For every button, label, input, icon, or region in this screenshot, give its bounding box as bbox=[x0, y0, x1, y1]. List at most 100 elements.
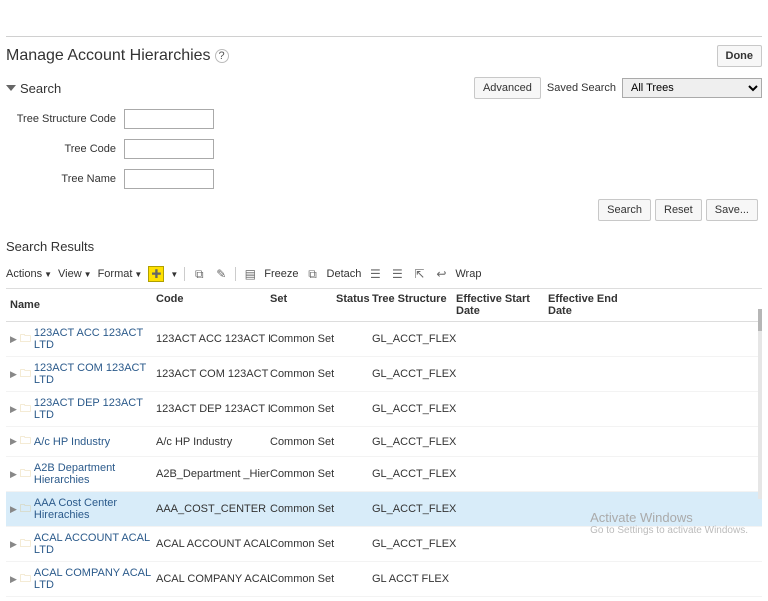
collapse-all-icon[interactable]: ☰ bbox=[389, 266, 405, 282]
row-set: Common Set bbox=[270, 368, 336, 380]
row-code: 123ACT DEP 123ACT LTD bbox=[156, 403, 270, 415]
tree-code-input[interactable] bbox=[124, 139, 214, 159]
table-row[interactable]: ▶🗀123ACT COM 123ACT LTD123ACT COM 123ACT… bbox=[6, 357, 762, 392]
page-title-text: Manage Account Hierarchies bbox=[6, 47, 211, 65]
folder-icon: 🗀 bbox=[20, 465, 31, 484]
table-row[interactable]: ▶🗀123ACT DEP 123ACT LTD123ACT DEP 123ACT… bbox=[6, 392, 762, 427]
freeze-label[interactable]: Freeze bbox=[264, 268, 298, 280]
row-code: 123ACT COM 123ACT LTD bbox=[156, 368, 270, 380]
row-code: A2B_Department _Hierarchi bbox=[156, 468, 270, 480]
detach-label[interactable]: Detach bbox=[327, 268, 362, 280]
col-code[interactable]: Code bbox=[156, 293, 270, 317]
format-menu[interactable]: Format ▼ bbox=[98, 268, 143, 280]
freeze-icon[interactable]: ▤ bbox=[242, 266, 258, 282]
row-tree-structure: GL_ACCT_FLEX bbox=[372, 468, 456, 480]
expand-icon[interactable]: ▶ bbox=[10, 436, 17, 447]
results-table: Name Code Set Status Tree Structure Effe… bbox=[6, 288, 762, 597]
col-name[interactable]: Name bbox=[6, 293, 156, 317]
table-row[interactable]: ▶🗀123ACT ACC 123ACT LTD123ACT ACC 123ACT… bbox=[6, 322, 762, 357]
row-code: ACAL ACCOUNT ACAL LTD bbox=[156, 538, 270, 550]
search-section-toggle[interactable]: Search bbox=[6, 81, 61, 96]
expand-icon[interactable]: ▶ bbox=[10, 469, 17, 480]
advanced-button[interactable]: Advanced bbox=[474, 77, 541, 99]
view-menu[interactable]: View ▼ bbox=[58, 268, 92, 280]
row-name-link[interactable]: A2B Department Hierarchies bbox=[34, 462, 156, 486]
table-row[interactable]: ▶🗀ACAL COMPANY ACAL LTDACAL COMPANY ACAL… bbox=[6, 562, 762, 597]
expand-icon[interactable]: ▶ bbox=[10, 334, 17, 345]
folder-icon: 🗀 bbox=[20, 365, 31, 384]
col-effective-start-date[interactable]: Effective Start Date bbox=[456, 293, 548, 317]
detach-icon[interactable]: ⧉ bbox=[305, 266, 321, 282]
edit-icon[interactable]: ✎ bbox=[213, 266, 229, 282]
row-tree-structure: GL_ACCT_FLEX bbox=[372, 503, 456, 515]
saved-search-select[interactable]: All Trees bbox=[622, 78, 762, 98]
row-name-link[interactable]: 123ACT DEP 123ACT LTD bbox=[34, 397, 156, 421]
expand-icon[interactable]: ▶ bbox=[10, 574, 17, 585]
folder-icon: 🗀 bbox=[20, 570, 31, 589]
search-section-label: Search bbox=[20, 81, 61, 96]
folder-icon: 🗀 bbox=[20, 432, 31, 451]
row-name-link[interactable]: AAA Cost Center Hirerachies bbox=[34, 497, 156, 521]
watermark-line2: Go to Settings to activate Windows. bbox=[590, 525, 748, 536]
row-code: AAA_COST_CENTER bbox=[156, 503, 270, 515]
results-title: Search Results bbox=[6, 239, 762, 254]
row-name-link[interactable]: 123ACT COM 123ACT LTD bbox=[34, 362, 156, 386]
help-icon[interactable]: ? bbox=[215, 49, 229, 63]
col-status[interactable]: Status bbox=[336, 293, 372, 317]
row-name-link[interactable]: ACAL COMPANY ACAL LTD bbox=[34, 567, 156, 591]
windows-watermark: Activate Windows Go to Settings to activ… bbox=[590, 510, 748, 536]
row-set: Common Set bbox=[270, 436, 336, 448]
row-tree-structure: GL_ACCT_FLEX bbox=[372, 333, 456, 345]
table-row[interactable]: ▶🗀A/c HP IndustryA/c HP IndustryCommon S… bbox=[6, 427, 762, 457]
tree-structure-code-label: Tree Structure Code bbox=[14, 113, 124, 125]
tree-name-input[interactable] bbox=[124, 169, 214, 189]
grid-scrollbar[interactable] bbox=[758, 309, 762, 499]
create-menu-chevron[interactable]: ▼ bbox=[170, 270, 178, 279]
collapse-icon bbox=[6, 85, 16, 91]
folder-icon: 🗀 bbox=[20, 535, 31, 554]
go-top-icon[interactable]: ⇱ bbox=[411, 266, 427, 282]
row-name-link[interactable]: A/c HP Industry bbox=[34, 436, 110, 448]
toolbar-divider bbox=[235, 267, 236, 281]
saved-search-label: Saved Search bbox=[547, 82, 616, 94]
row-tree-structure: GL_ACCT_FLEX bbox=[372, 538, 456, 550]
row-name-link[interactable]: 123ACT ACC 123ACT LTD bbox=[34, 327, 156, 351]
create-icon[interactable]: ✚ bbox=[148, 266, 164, 282]
row-name-link[interactable]: ACAL ACCOUNT ACAL LTD bbox=[34, 532, 156, 556]
table-header-row: Name Code Set Status Tree Structure Effe… bbox=[6, 289, 762, 322]
row-set: Common Set bbox=[270, 573, 336, 585]
col-tree-structure[interactable]: Tree Structure bbox=[372, 293, 456, 317]
row-set: Common Set bbox=[270, 503, 336, 515]
tree-name-label: Tree Name bbox=[14, 173, 124, 185]
col-effective-end-date[interactable]: Effective End Date bbox=[548, 293, 638, 317]
expand-icon[interactable]: ▶ bbox=[10, 504, 17, 515]
save-button[interactable]: Save... bbox=[706, 199, 758, 221]
expand-all-icon[interactable]: ☰ bbox=[367, 266, 383, 282]
page-title: Manage Account Hierarchies ? bbox=[6, 47, 229, 65]
row-tree-structure: GL_ACCT_FLEX bbox=[372, 368, 456, 380]
col-set[interactable]: Set bbox=[270, 293, 336, 317]
folder-icon: 🗀 bbox=[20, 500, 31, 519]
reset-button[interactable]: Reset bbox=[655, 199, 702, 221]
table-row[interactable]: ▶🗀A2B Department HierarchiesA2B_Departme… bbox=[6, 457, 762, 492]
expand-icon[interactable]: ▶ bbox=[10, 369, 17, 380]
wrap-icon[interactable]: ↩ bbox=[433, 266, 449, 282]
row-set: Common Set bbox=[270, 468, 336, 480]
actions-menu[interactable]: Actions ▼ bbox=[6, 268, 52, 280]
watermark-line1: Activate Windows bbox=[590, 510, 748, 525]
duplicate-icon[interactable]: ⧉ bbox=[191, 266, 207, 282]
row-code: ACAL COMPANY ACAL LTD bbox=[156, 573, 270, 585]
expand-icon[interactable]: ▶ bbox=[10, 404, 17, 415]
row-set: Common Set bbox=[270, 538, 336, 550]
expand-icon[interactable]: ▶ bbox=[10, 539, 17, 550]
results-toolbar: Actions ▼ View ▼ Format ▼ ✚ ▼ ⧉ ✎ ▤ Free… bbox=[6, 264, 762, 284]
search-button[interactable]: Search bbox=[598, 199, 651, 221]
toolbar-divider bbox=[184, 267, 185, 281]
grid-scroll-thumb[interactable] bbox=[758, 309, 762, 331]
tree-code-label: Tree Code bbox=[14, 143, 124, 155]
wrap-label[interactable]: Wrap bbox=[455, 268, 481, 280]
tree-structure-code-input[interactable] bbox=[124, 109, 214, 129]
done-button[interactable]: Done bbox=[717, 45, 763, 67]
row-tree-structure: GL_ACCT_FLEX bbox=[372, 403, 456, 415]
folder-icon: 🗀 bbox=[20, 330, 31, 349]
